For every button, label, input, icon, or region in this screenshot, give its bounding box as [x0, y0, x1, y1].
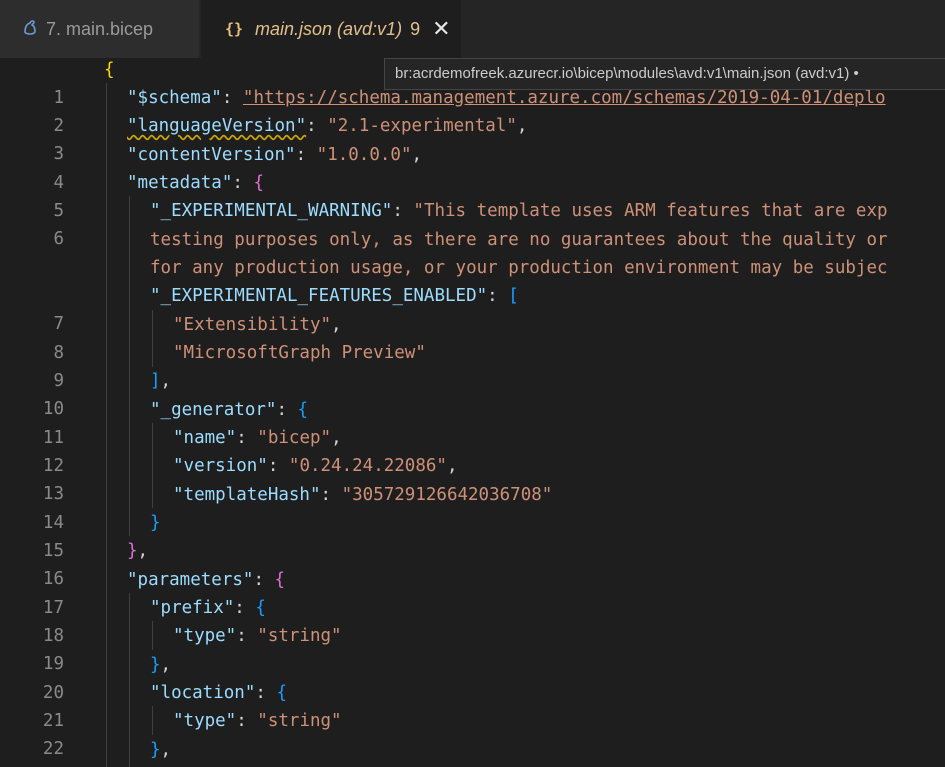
code-line-wrapped: testing purposes only, as there are no g…	[0, 226, 945, 254]
comma: ,	[137, 541, 149, 561]
code-line: 3 "languageVersion": "2.1-experimental",	[0, 112, 945, 164]
colon: :	[267, 456, 289, 476]
colon: :	[392, 201, 414, 221]
json-string: "string"	[257, 711, 342, 731]
tab-main-bicep[interactable]: 7. main.bicep	[0, 0, 200, 58]
brace: {	[297, 400, 309, 420]
code-line: 4 "contentVersion": "1.0.0.0",	[0, 141, 945, 193]
bicep-icon	[22, 18, 46, 41]
json-key: "location"	[150, 683, 256, 703]
schema-url-link[interactable]: "https://schema.management.azure.com/sch…	[243, 88, 886, 108]
code-line: 6 "_EXPERIMENTAL_WARNING": "This templat…	[0, 197, 945, 249]
json-key: "$schema"	[127, 88, 222, 108]
json-string: "Extensibility"	[173, 315, 332, 335]
code-line: 10 ],	[0, 367, 945, 419]
bracket: ]	[150, 371, 161, 391]
code-line: 19 "type": "string"	[0, 622, 945, 674]
brace: {	[253, 173, 264, 193]
brace: {	[255, 598, 266, 618]
code-line: 9 "MicrosoftGraph Preview"	[0, 339, 945, 391]
json-key: "version"	[173, 456, 268, 476]
code-editor[interactable]: 1 { 2 "$schema": "https://schema.managem…	[0, 58, 945, 767]
brace: }	[150, 655, 161, 675]
json-key: "type"	[173, 626, 237, 646]
code-line: 13 "version": "0.24.24.22086",	[0, 452, 945, 504]
comma: ,	[516, 116, 528, 136]
json-key: "parameters"	[127, 570, 254, 590]
comma: ,	[446, 456, 458, 476]
colon: :	[232, 173, 254, 193]
json-string: "string"	[257, 626, 342, 646]
brace: }	[127, 541, 138, 561]
code-line: 23 },	[0, 736, 945, 764]
code-line: 15 }	[0, 509, 945, 561]
json-key: "metadata"	[127, 173, 233, 193]
json-string: "MicrosoftGraph Preview"	[173, 343, 426, 363]
json-string: "305729126642036708"	[341, 485, 553, 505]
colon: :	[487, 286, 509, 306]
json-key: "_EXPERIMENTAL_FEATURES_ENABLED"	[150, 286, 488, 306]
colon: :	[236, 626, 258, 646]
colon: :	[236, 428, 258, 448]
json-key: "_generator"	[150, 400, 277, 420]
colon: :	[295, 145, 317, 165]
code-line: 8 "Extensibility",	[0, 311, 945, 363]
brace: }	[150, 513, 161, 533]
code-line: 5 "metadata": {	[0, 169, 945, 221]
tab-bar: 7. main.bicep {} main.json (avd:v1) 9 ✕	[0, 0, 945, 58]
code-line: 12 "name": "bicep",	[0, 424, 945, 476]
json-string: "This template uses ARM features that ar…	[413, 201, 888, 221]
json-key-warning[interactable]: "languageVersion"	[127, 116, 306, 136]
code-line: 11 "_generator": {	[0, 396, 945, 448]
code-line: 18 "prefix": {	[0, 594, 945, 646]
colon: :	[221, 88, 243, 108]
tab-label: main.json (avd:v1)	[255, 18, 403, 39]
json-key: "_EXPERIMENTAL_WARNING"	[150, 201, 393, 221]
code-line: 14 "templateHash": "305729126642036708"	[0, 481, 945, 533]
colon: :	[234, 598, 256, 618]
problems-count-badge: 9	[410, 18, 421, 39]
json-string: "0.24.24.22086"	[288, 456, 447, 476]
json-string: for any production usage, or your produc…	[150, 258, 888, 278]
comma: ,	[331, 315, 342, 335]
tab-hover-tooltip: br:acrdemofreek.azurecr.io\bicep\modules…	[384, 58, 945, 90]
json-string: testing purposes only, as there are no g…	[150, 230, 888, 250]
json-key: "prefix"	[150, 598, 235, 618]
json-key: "templateHash"	[173, 485, 321, 505]
comma: ,	[331, 428, 342, 448]
colon: :	[320, 485, 342, 505]
colon: :	[255, 683, 277, 703]
comma: ,	[160, 740, 172, 760]
colon: :	[306, 116, 328, 136]
comma: ,	[160, 655, 172, 675]
json-braces-icon: {}	[225, 20, 244, 38]
json-key: "type"	[173, 711, 237, 731]
json-string: "2.1-experimental"	[327, 116, 517, 136]
close-icon[interactable]: ✕	[432, 18, 450, 40]
comma: ,	[160, 371, 172, 391]
brace: {	[276, 683, 287, 703]
brace: {	[104, 60, 115, 80]
tab-label: 7. main.bicep	[46, 18, 154, 39]
brace: {	[274, 570, 286, 590]
json-key: "name"	[173, 428, 237, 448]
code-line: 22 "type": "string"	[0, 707, 945, 759]
code-line: 21 "location": {	[0, 679, 945, 731]
code-line: 7 "_EXPERIMENTAL_FEATURES_ENABLED": [	[0, 282, 945, 334]
colon: :	[253, 570, 275, 590]
colon: :	[236, 711, 258, 731]
json-key: "contentVersion"	[127, 145, 296, 165]
json-string: "1.0.0.0"	[316, 145, 412, 165]
code-line: 16 },	[0, 537, 945, 589]
json-string: "bicep"	[257, 428, 332, 448]
code-line: 17 "parameters": {	[0, 566, 945, 618]
colon: :	[276, 400, 298, 420]
bracket: [	[508, 286, 519, 306]
code-line: 20 },	[0, 651, 945, 703]
tab-main-json[interactable]: {} main.json (avd:v1) 9 ✕	[201, 0, 461, 58]
code-line-wrapped: for any production usage, or your produc…	[0, 254, 945, 282]
brace: }	[150, 740, 161, 760]
comma: ,	[411, 145, 423, 165]
